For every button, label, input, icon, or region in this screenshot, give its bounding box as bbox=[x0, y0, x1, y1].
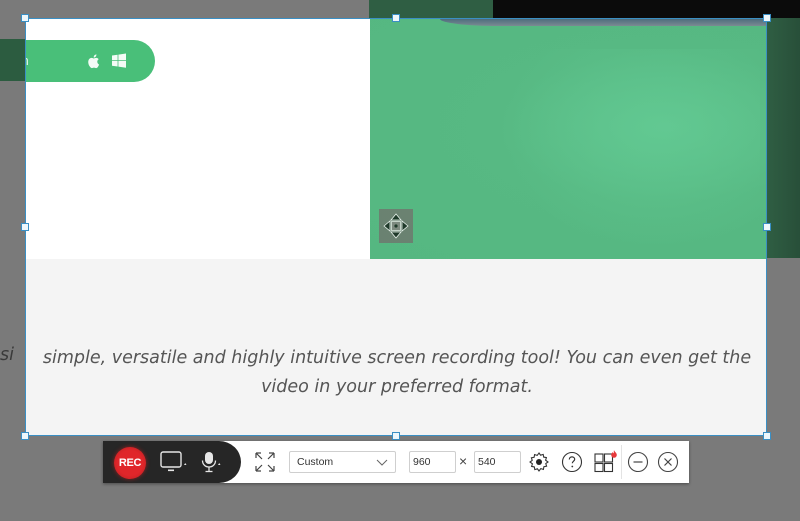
minimize-icon bbox=[627, 451, 649, 473]
tagline-outside-text: si bbox=[0, 345, 14, 365]
move-icon bbox=[383, 213, 409, 239]
apps-button[interactable] bbox=[593, 449, 619, 475]
resize-handle-left[interactable] bbox=[21, 223, 29, 231]
audio-source-button[interactable] bbox=[199, 450, 227, 474]
tagline: simple, versatile and highly intuitive s… bbox=[26, 344, 766, 402]
recorder-toolbar: REC Custom × bbox=[103, 441, 689, 483]
region-preset-value: Custom bbox=[297, 456, 334, 468]
windows-icon[interactable] bbox=[111, 52, 129, 70]
dimmed-laptop-top bbox=[493, 0, 800, 18]
settings-button[interactable] bbox=[528, 451, 550, 473]
resize-handle-top-left[interactable] bbox=[21, 14, 29, 22]
fullscreen-button[interactable] bbox=[254, 451, 276, 473]
resize-handle-bottom-right[interactable] bbox=[763, 432, 771, 440]
resize-handle-top[interactable] bbox=[392, 14, 400, 22]
tagline-line-1: simple, versatile and highly intuitive s… bbox=[42, 348, 752, 368]
apple-icon[interactable] bbox=[85, 52, 103, 70]
gear-icon bbox=[529, 452, 549, 472]
expand-icon bbox=[255, 452, 275, 472]
download-pill-label: o version bbox=[26, 53, 29, 68]
dimmed-hero-right bbox=[767, 18, 800, 258]
screen-source-button[interactable] bbox=[159, 450, 189, 474]
close-button[interactable] bbox=[657, 451, 679, 473]
resize-handle-bottom-left[interactable] bbox=[21, 432, 29, 440]
monitor-icon bbox=[160, 451, 187, 472]
minimize-button[interactable] bbox=[627, 451, 649, 473]
dimmed-pill-part bbox=[0, 39, 25, 81]
resize-handle-bottom[interactable] bbox=[392, 432, 400, 440]
microphone-icon bbox=[201, 452, 221, 473]
laptop-edge bbox=[440, 19, 766, 26]
tagline-line-2: video in your preferred format. bbox=[261, 377, 533, 397]
grid-icon bbox=[594, 450, 617, 473]
hand-silhouette bbox=[500, 49, 760, 249]
chevron-down-icon bbox=[375, 455, 389, 476]
width-input[interactable] bbox=[409, 451, 456, 473]
download-pill-button[interactable]: o version bbox=[26, 40, 155, 82]
help-icon bbox=[561, 451, 583, 473]
rec-button[interactable]: REC bbox=[114, 447, 146, 479]
dimension-separator: × bbox=[459, 453, 468, 469]
move-handle[interactable] bbox=[379, 209, 413, 243]
close-icon bbox=[657, 451, 679, 473]
height-input[interactable] bbox=[474, 451, 521, 473]
toolbar-divider bbox=[621, 445, 622, 479]
resize-handle-right[interactable] bbox=[763, 223, 771, 231]
region-preset-select[interactable]: Custom bbox=[289, 451, 396, 473]
resize-handle-top-right[interactable] bbox=[763, 14, 771, 22]
help-button[interactable] bbox=[561, 451, 583, 473]
hero-image bbox=[370, 19, 766, 259]
